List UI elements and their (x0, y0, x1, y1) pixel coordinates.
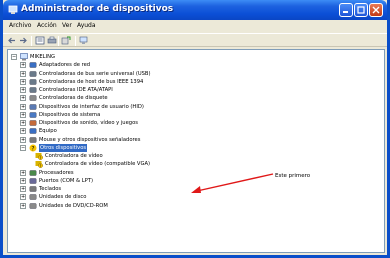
tree-expander-icon[interactable]: + (20, 70, 26, 77)
tree-expander-icon[interactable]: + (20, 128, 26, 135)
device-category-icon (29, 111, 37, 119)
device-category-icon (29, 70, 37, 78)
device-category-icon (29, 193, 37, 201)
tree-category-label: Unidades de disco (39, 194, 87, 201)
device-tree[interactable]: − MIKELING + Adaptadores de red + Controlador… (7, 49, 385, 253)
print-icon[interactable] (47, 36, 57, 45)
tree-expander-icon[interactable]: + (20, 186, 26, 192)
tree-category-label: Equipo (39, 128, 57, 135)
device-category-icon (29, 127, 37, 135)
tree-expander-icon[interactable]: + (20, 111, 26, 118)
device-category-icon (29, 136, 37, 144)
properties-icon[interactable] (35, 36, 45, 45)
menu-archivo[interactable]: Archivo (9, 22, 31, 29)
unknown-device-warning-icon: ? (29, 144, 37, 152)
computer-icon (20, 53, 28, 61)
back-arrow-icon[interactable] (7, 36, 17, 45)
tree-expander-icon[interactable]: + (20, 120, 26, 126)
device-category-icon (29, 202, 37, 210)
device-category-icon (29, 177, 37, 185)
close-button[interactable] (369, 3, 383, 17)
menu-ayuda[interactable]: Ayuda (77, 22, 96, 29)
tree-category-label: Dispositivos de interfaz de usuario (HID… (39, 103, 144, 110)
device-category-icon (29, 185, 37, 193)
tree-category-label: Controladoras IDE ATA/ATAPI (39, 87, 113, 93)
device-category-icon (29, 78, 37, 86)
tree-expander-icon[interactable]: + (20, 177, 26, 184)
tree-category-label: Procesadores (39, 169, 74, 176)
device-category-icon (29, 61, 37, 69)
menu-accion[interactable]: Acción (37, 22, 57, 29)
window-title: Administrador de dispositivos (21, 4, 174, 14)
tree-category-label: Controladoras de bus serie universal (US… (39, 70, 151, 77)
device-category-icon (29, 119, 37, 127)
toolbar (3, 33, 387, 47)
tree-expander-icon[interactable]: + (20, 136, 26, 143)
minimize-button[interactable] (339, 3, 353, 17)
close-icon (372, 6, 380, 14)
toolbar-separator (75, 36, 76, 46)
tree-category-label: Otros dispositivos (39, 143, 88, 152)
forward-arrow-icon[interactable] (18, 36, 28, 45)
tree-category-label: Mouse y otros dispositivos señaladores (39, 136, 141, 143)
annotation-label: Este primero (275, 173, 311, 179)
tree-expander-icon[interactable]: + (20, 62, 26, 69)
scan-hardware-icon[interactable] (79, 36, 89, 45)
device-manager-icon (8, 5, 18, 14)
warning-device-icon: ? (35, 160, 43, 168)
tree-category-label: Unidades de DVD/CD-ROM (39, 202, 108, 209)
device-category-icon (29, 94, 37, 102)
tree-expander-icon[interactable]: + (20, 194, 26, 201)
maximize-icon (357, 6, 365, 14)
tree-category-label: Teclados (39, 186, 62, 192)
tree-category-label: Controladoras de disquete (39, 95, 108, 102)
device-category-icon (29, 169, 37, 177)
device-category-icon (29, 86, 37, 94)
tree-category-label: Dispositivos de sonido, vídeo y juegos (39, 120, 138, 126)
tree-child-label: Controladora de vídeo (45, 153, 103, 159)
tree-root-label: MIKELING (30, 54, 56, 60)
toolbar-separator (31, 36, 32, 46)
tree-expander-icon[interactable]: + (20, 87, 26, 93)
menu-bar: Archivo Acción Ver Ayuda (3, 20, 387, 32)
tree-expander-icon[interactable]: + (20, 103, 26, 110)
update-driver-icon[interactable] (61, 36, 71, 45)
tree-category-label: Adaptadores de red (39, 62, 91, 69)
title-bar[interactable]: Administrador de dispositivos (3, 0, 387, 20)
menu-ver[interactable]: Ver (62, 22, 72, 29)
tree-expander-icon[interactable]: + (20, 169, 26, 176)
tree-expander-icon[interactable]: + (20, 95, 26, 102)
device-manager-window: Administrador de dispositivos Archivo Ac… (0, 0, 390, 258)
tree-expander-icon[interactable]: + (20, 202, 26, 209)
red-arrow-icon (191, 173, 274, 193)
warning-device-icon: ? (35, 152, 43, 160)
svg-text:?: ? (31, 145, 34, 152)
tree-expander-icon[interactable]: + (20, 78, 26, 85)
device-category-icon (29, 103, 37, 111)
tree-expander-icon[interactable]: − (20, 144, 26, 151)
maximize-button[interactable] (354, 3, 368, 17)
toolbar-separator (58, 36, 59, 46)
tree-category-label: Dispositivos de sistema (39, 111, 101, 118)
tree-expander-icon[interactable]: − (11, 54, 17, 60)
tree-category-label: Puertos (COM & LPT) (39, 177, 93, 184)
tree-category-label: Controladoras de host de bus IEEE 1394 (39, 78, 144, 85)
minimize-icon (343, 11, 348, 13)
tree-child-label: Controladora de vídeo (compatible VGA) (45, 161, 151, 168)
